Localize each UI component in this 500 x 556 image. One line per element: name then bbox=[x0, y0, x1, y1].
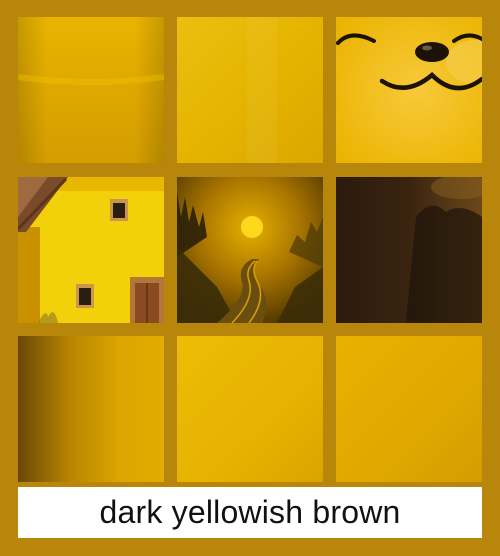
swatch-tile-9 bbox=[336, 336, 482, 482]
dark-forest-image bbox=[336, 177, 482, 323]
swatch-tile-6 bbox=[336, 177, 482, 323]
gold-gradient-image bbox=[18, 17, 164, 163]
yellow-gradient-image bbox=[177, 336, 323, 482]
color-name-caption: dark yellowish brown bbox=[18, 487, 482, 538]
swatch-tile-1 bbox=[18, 17, 164, 163]
nose-icon bbox=[415, 42, 449, 62]
swatch-tile-7 bbox=[18, 336, 164, 482]
yellow-texture-image bbox=[177, 17, 323, 163]
swatch-tile-4 bbox=[18, 177, 164, 323]
amber-gradient-image bbox=[336, 336, 482, 482]
sun-icon bbox=[241, 216, 263, 238]
swatch-tile-2 bbox=[177, 17, 323, 163]
swatch-tile-5 bbox=[177, 177, 323, 323]
swatch-tile-3 bbox=[336, 17, 482, 163]
cartoon-face-image bbox=[336, 17, 482, 163]
caption-label: dark yellowish brown bbox=[99, 494, 401, 530]
dark-gold-gradient-image bbox=[18, 336, 164, 482]
sunset-road-image bbox=[177, 177, 323, 323]
swatch-tile-8 bbox=[177, 336, 323, 482]
yellow-house-image bbox=[18, 177, 164, 323]
